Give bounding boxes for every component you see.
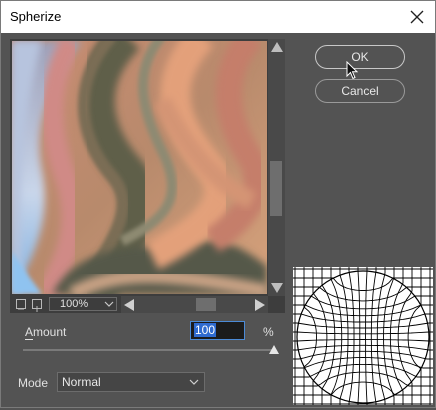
arrow-down-icon[interactable] (271, 283, 283, 293)
mode-value: Normal (62, 375, 101, 389)
preview-vertical-scrollbar[interactable] (268, 39, 285, 296)
amount-label: Amount (25, 325, 67, 339)
filter-preview-image[interactable] (12, 41, 267, 294)
preview-toolbar: 100% (10, 296, 285, 313)
sphere-grid-icon (293, 267, 433, 405)
amount-slider-thumb[interactable] (269, 345, 279, 354)
zoom-in-icon[interactable] (32, 299, 42, 312)
mouse-cursor-icon (346, 61, 359, 80)
grid-line (293, 344, 433, 351)
chevron-down-icon (189, 379, 199, 385)
grid-line (293, 304, 433, 317)
grid-line (293, 357, 433, 369)
amount-mnemonic-underline (25, 339, 33, 340)
vertical-scroll-thumb[interactable] (270, 161, 282, 216)
grid-line (321, 267, 336, 405)
grid-line (407, 267, 422, 405)
grid-line (370, 267, 377, 405)
arrow-up-icon[interactable] (271, 42, 283, 52)
grid-line (365, 267, 368, 405)
grid-line (303, 267, 317, 405)
preview-horizontal-scrollbar[interactable] (121, 296, 268, 313)
amount-slider[interactable] (23, 349, 275, 351)
dialog-title: Spherize (10, 9, 62, 24)
chevron-down-icon[interactable] (103, 299, 115, 309)
close-icon[interactable] (405, 5, 429, 29)
grid-line (348, 267, 355, 405)
amount-field[interactable]: 100 (190, 321, 245, 340)
grid-line (293, 322, 433, 329)
zoom-level[interactable]: 100% (49, 297, 117, 311)
cancel-button[interactable]: Cancel (315, 79, 405, 103)
mode-select[interactable]: Normal (57, 372, 205, 392)
mode-label: Mode (18, 376, 49, 390)
horizontal-scroll-thumb[interactable] (196, 298, 216, 311)
grid-line (383, 267, 395, 405)
zoom-out-icon[interactable] (16, 299, 26, 310)
arrow-left-icon[interactable] (124, 299, 134, 311)
grid-line (293, 295, 433, 310)
grid-line (293, 363, 433, 378)
preview-panel: 100% (10, 39, 285, 313)
distortion-grid-preview (293, 267, 433, 405)
swirl-image (12, 41, 267, 294)
arrow-right-icon[interactable] (255, 299, 265, 311)
grid-line (293, 339, 433, 342)
amount-value: 100 (194, 323, 217, 337)
ok-button[interactable]: OK (315, 45, 405, 69)
grid-line (357, 267, 361, 405)
grid-line (389, 267, 404, 405)
title-bar[interactable]: Spherize (1, 1, 435, 33)
spherize-dialog: Spherize 100% OK Cancel Amount 100 % Mod… (0, 0, 436, 408)
grid-line (330, 267, 343, 405)
grid-line (293, 331, 433, 335)
amount-unit: % (263, 325, 274, 339)
zoom-value: 100% (60, 298, 89, 310)
